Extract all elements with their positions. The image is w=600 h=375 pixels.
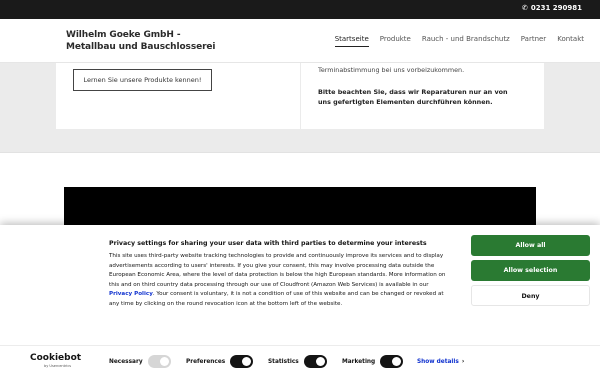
switch-knob [315,357,325,366]
allow-selection-button[interactable]: Allow selection [471,260,590,281]
logo-line-1: Wilhelm Goeke GmbH - [66,30,181,40]
necessary-label: Necessary [109,358,143,365]
necessary-toggle-group: Necessary [109,355,171,368]
nav-produkte[interactable]: Produkte [380,35,411,47]
site-logo[interactable]: Wilhelm Goeke GmbH - Metallbau und Bausc… [66,29,216,53]
preferences-switch[interactable] [230,355,254,368]
chevron-right-icon: › [461,358,465,365]
video-embed[interactable] [64,187,536,225]
nav-partner[interactable]: Partner [521,35,546,47]
cookiebot-logo: Cookiebot [30,353,82,363]
content-card-right: Terminabstimmung bei uns vorbeizukommen.… [301,63,544,129]
necessary-switch [147,355,171,368]
phone-icon: ✆ [521,4,528,12]
phone-number: 0231 290981 [530,4,582,12]
preferences-label: Preferences [186,358,226,365]
marketing-switch[interactable] [380,355,404,368]
site-header: Wilhelm Goeke GmbH - Metallbau und Bausc… [0,19,600,63]
cookie-title: Privacy settings for sharing your user d… [109,240,427,247]
cookie-body-text-1: This site uses third-party website track… [109,253,446,288]
marketing-toggle-group: Marketing [342,355,404,368]
top-bar: ✆ 0231 290981 [0,0,600,19]
show-details-link[interactable]: Show details › [417,358,464,365]
show-details-label: Show details [417,359,459,365]
learn-products-button[interactable]: Lernen Sie unsere Produkte kennen! [73,69,212,91]
privacy-policy-link[interactable]: Privacy Policy [109,291,153,297]
cookie-banner: Privacy settings for sharing your user d… [0,225,600,375]
logo-line-2: Metallbau und Bauschlosserei [66,42,216,52]
nav-rauch-brandschutz[interactable]: Rauch - und Brandschutz [422,35,510,47]
switch-knob [159,357,169,366]
nav-kontakt[interactable]: Kontakt [557,35,584,47]
switch-knob [392,357,402,366]
nav-startseite[interactable]: Startseite [334,35,369,47]
deny-button[interactable]: Deny [471,285,590,306]
repair-notice: Bitte beachten Sie, dass wir Reparaturen… [318,88,508,106]
content-card-left: Lernen Sie unsere Produkte kennen! [56,63,300,129]
cookiebot-logo-sub: by Usercentrics [44,364,72,368]
statistics-toggle-group: Statistics [268,355,327,368]
preferences-toggle-group: Preferences [186,355,254,368]
phone-link[interactable]: ✆ 0231 290981 [522,4,582,12]
cookie-body-text-2: . Your consent is voluntary, it is not a… [109,291,444,307]
statistics-label: Statistics [268,358,299,365]
switch-knob [242,357,252,366]
allow-all-button[interactable]: Allow all [471,235,590,256]
marketing-label: Marketing [342,358,376,365]
cookie-body-fade [109,313,449,329]
statistics-switch[interactable] [303,355,327,368]
consent-row: Cookiebot by Usercentrics Necessary Pref… [0,345,600,375]
appointment-text: Terminabstimmung bei uns vorbeizukommen. [318,66,465,74]
main-nav: Startseite Produkte Rauch - und Brandsch… [324,35,584,47]
